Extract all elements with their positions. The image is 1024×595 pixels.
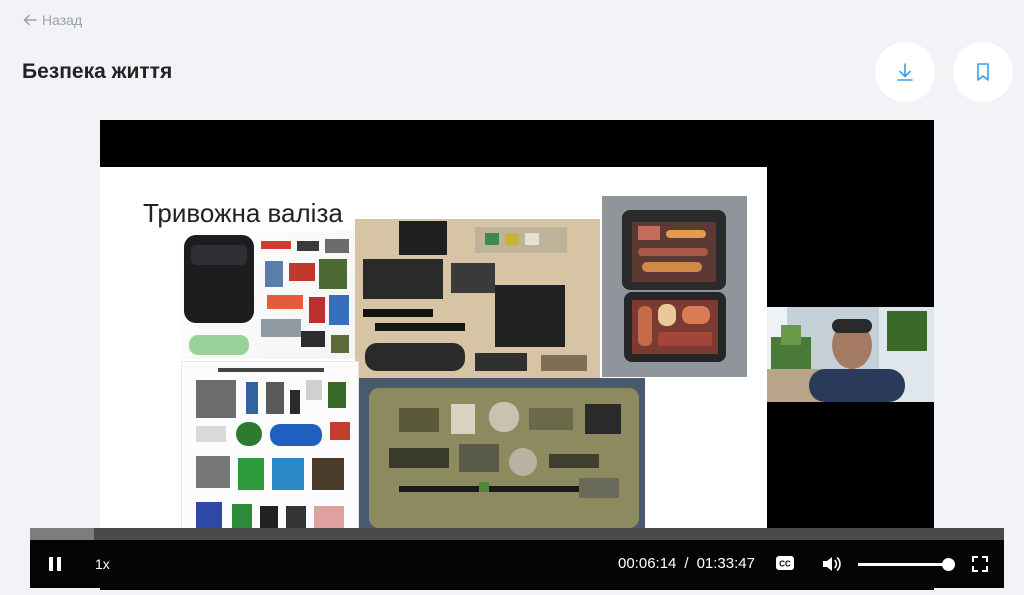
progress-track [30, 528, 1004, 540]
slide-title: Тривожна валіза [143, 198, 343, 228]
webcam-overlay [767, 307, 934, 402]
slide-photo-backpack-contents [181, 231, 355, 359]
svg-text:CC: CC [779, 560, 791, 569]
current-time: 00:06:14 [618, 555, 677, 572]
slide-photo-tactical-gear [355, 219, 600, 380]
time-display: 00:06:14 / 01:33:47 [618, 555, 755, 572]
pause-icon [49, 557, 61, 571]
arrow-left-icon [23, 14, 37, 26]
progress-fill [30, 528, 95, 540]
back-link[interactable]: Назад [22, 12, 82, 28]
duration: 01:33:47 [696, 555, 755, 572]
pause-button[interactable] [46, 555, 64, 573]
slide-photo-camp-gear [359, 378, 645, 536]
volume-slider[interactable] [858, 558, 955, 571]
bookmark-button[interactable] [953, 42, 1013, 102]
player-controls: 1x 00:06:14 / 01:33:47 CC [30, 540, 1004, 588]
page-title: Безпека життя [22, 60, 173, 83]
bookmark-icon [977, 63, 989, 81]
download-icon [897, 63, 913, 81]
slide-photo-food-case [602, 196, 747, 377]
back-label: Назад [42, 12, 83, 28]
captions-icon: CC [776, 556, 794, 570]
slide-photo-essentials-chart [181, 361, 359, 540]
volume-icon [823, 557, 841, 571]
presentation-slide: Тривожна валіза [100, 167, 767, 540]
volume-knob[interactable] [942, 558, 955, 571]
playback-speed-button[interactable]: 1x [95, 556, 110, 572]
volume-button[interactable] [821, 554, 843, 574]
fullscreen-icon [972, 556, 988, 572]
video-progress-bar[interactable] [30, 528, 1004, 540]
time-separator: / [684, 555, 689, 572]
volume-fill [858, 563, 948, 566]
captions-button[interactable]: CC [775, 555, 795, 571]
video-player[interactable]: Тривожна валіза [100, 120, 934, 590]
fullscreen-button[interactable] [971, 555, 989, 573]
download-button[interactable] [875, 42, 935, 102]
